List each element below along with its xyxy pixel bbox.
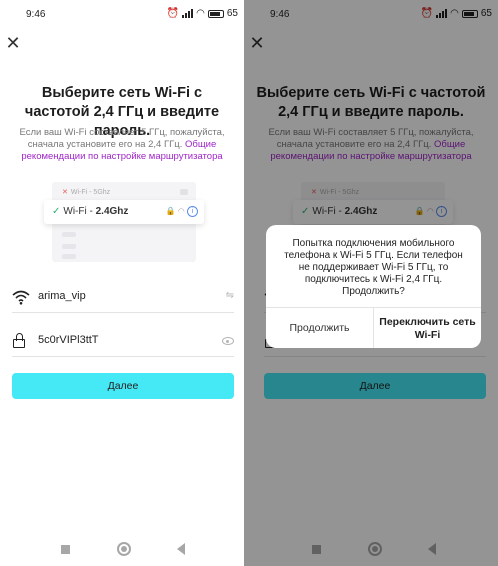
eye-icon[interactable] <box>222 337 234 345</box>
illustration-24-band: 2.4Ghz <box>95 206 129 217</box>
back-icon[interactable] <box>177 543 185 555</box>
description: Если ваш Wi-Fi составляет 5 ГГц, пожалуй… <box>0 127 244 163</box>
info-icon: i <box>187 206 198 217</box>
illustration-placeholder <box>180 189 188 195</box>
wifi-band-illustration: ✕ Wi-Fi - 5Ghz ✓ Wi-Fi - 2.4Ghz 🔒 ◠ i <box>44 178 204 262</box>
continue-button[interactable]: Продолжить <box>266 308 373 348</box>
illustration-placeholder <box>62 244 76 249</box>
status-icons: ⏰ ◠ 65 <box>167 8 238 19</box>
system-nav-bar <box>0 534 244 566</box>
alarm-icon: ⏰ <box>166 8 180 19</box>
wifi-setup-screen: 9:46 ⏰ ◠ 65 ✕ Выберите сеть Wi-Fi с част… <box>0 0 244 566</box>
confirm-dialog: Попытка подключения мобильного телефона … <box>266 225 481 348</box>
cross-icon: ✕ <box>62 189 68 196</box>
wifi-status-icon: ◠ <box>196 8 205 19</box>
illustration-5ghz-band: 5Ghz <box>93 189 111 196</box>
status-time: 9:46 <box>26 9 46 20</box>
status-bar: 9:46 ⏰ ◠ 65 <box>0 0 244 30</box>
battery-level: 65 <box>226 8 238 19</box>
illustration-row-5ghz: ✕ Wi-Fi - 5Ghz <box>62 188 110 196</box>
lock-icon <box>12 333 30 349</box>
illustration-row-24ghz: ✓ Wi-Fi - 2.4Ghz 🔒 ◠ i <box>44 200 204 224</box>
signal-icon <box>182 9 194 18</box>
illustration-placeholder <box>62 232 76 237</box>
switch-icon[interactable]: ⇋ <box>226 290 234 301</box>
dialog-message: Попытка подключения мобильного телефона … <box>284 238 463 297</box>
check-icon: ✓ <box>52 206 61 217</box>
wifi-ssid-value: arima_vip <box>38 290 86 302</box>
illustration-icons: 🔒 ◠ i <box>166 206 198 217</box>
illustration-5ghz-prefix: Wi-Fi - <box>70 189 94 196</box>
wifi-icon <box>12 290 30 305</box>
next-button[interactable]: Далее <box>12 373 234 399</box>
illustration-placeholder <box>62 254 76 259</box>
recents-icon[interactable] <box>61 545 70 554</box>
battery-icon <box>207 9 224 18</box>
password-field[interactable]: 5c0rVIPl3ttT <box>12 327 234 357</box>
password-value: 5c0rVIPl3ttT <box>38 334 99 346</box>
close-icon[interactable]: ✕ <box>4 34 22 52</box>
illustration-24-prefix: Wi-Fi - <box>63 206 96 217</box>
wifi-ssid-field[interactable]: arima_vip ⇋ <box>12 283 234 313</box>
wifi-setup-screen-dialog: 9:46 ⏰ ◠ 65 ✕ Выберите сеть Wi-Fi с част… <box>244 0 498 566</box>
switch-network-button[interactable]: Переключить сеть Wi-Fi <box>374 311 481 347</box>
home-icon[interactable] <box>117 542 131 556</box>
